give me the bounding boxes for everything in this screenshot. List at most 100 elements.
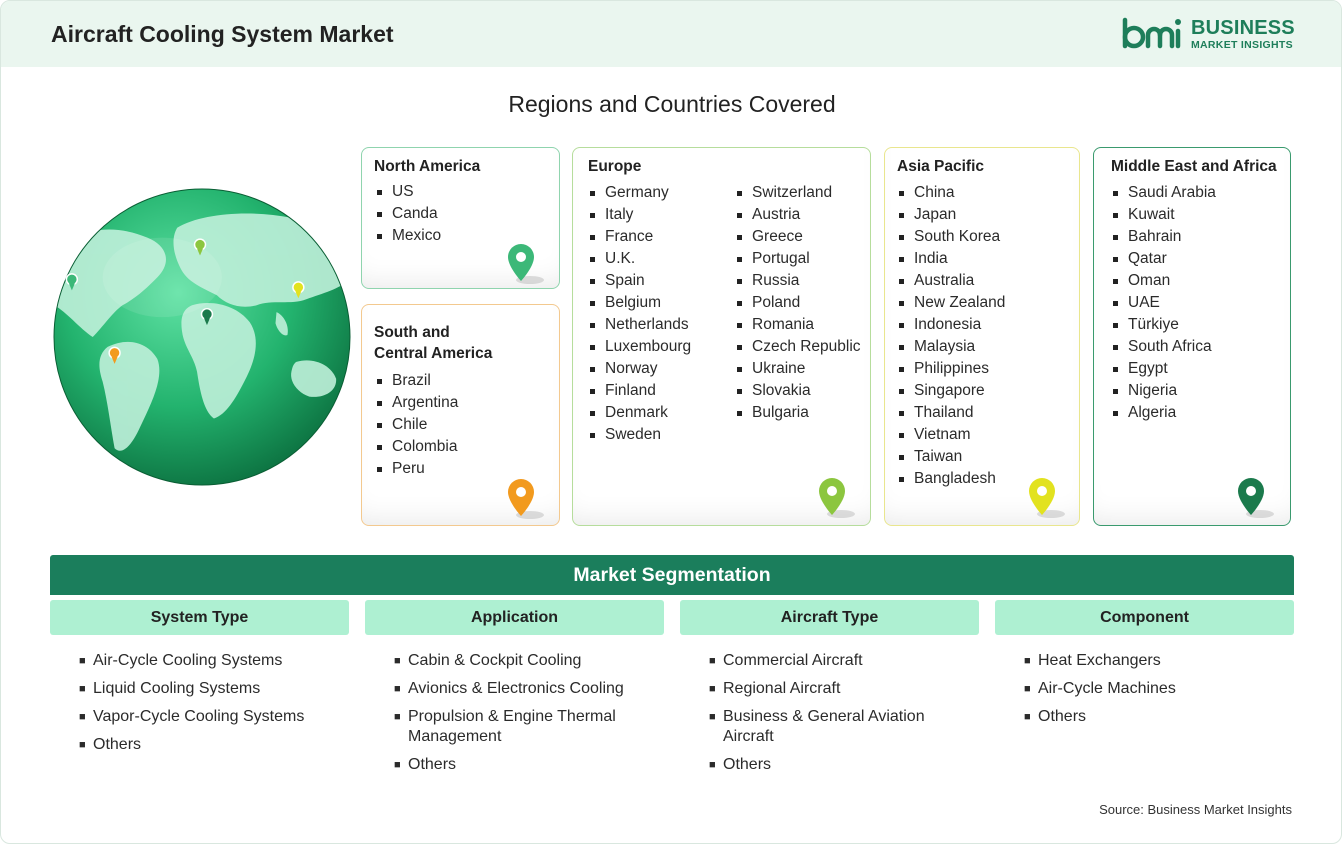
country-item: U.K. xyxy=(588,248,691,270)
region-name: North America xyxy=(374,158,481,175)
market-segmentation-title: Market Segmentation xyxy=(50,555,1294,595)
country-item: Mexico xyxy=(375,225,441,247)
region-name-line: South and xyxy=(374,324,450,341)
country-item: Thailand xyxy=(897,402,1005,424)
page-title: Aircraft Cooling System Market xyxy=(51,21,394,47)
country-item: Chile xyxy=(375,414,458,436)
country-item: Italy xyxy=(588,204,691,226)
country-item: Germany xyxy=(588,182,691,204)
country-item: Egypt xyxy=(1111,358,1216,380)
segment-item: Heat Exchangers xyxy=(1024,651,1294,671)
segment-item: Commercial Aircraft xyxy=(709,651,954,671)
map-pin-icon xyxy=(508,479,544,519)
country-item: Japan xyxy=(897,204,1005,226)
country-item: Finland xyxy=(588,380,691,402)
region-card-asia-pacific: Asia Pacific China Japan South Korea Ind… xyxy=(884,147,1080,526)
country-list: Saudi Arabia Kuwait Bahrain Qatar Oman U… xyxy=(1111,182,1216,424)
region-name-line: Central America xyxy=(374,345,493,362)
country-item: Slovakia xyxy=(735,380,861,402)
country-item: Czech Republic xyxy=(735,336,861,358)
segment-list-system-type: Air-Cycle Cooling Systems Liquid Cooling… xyxy=(79,651,349,763)
segment-item: Liquid Cooling Systems xyxy=(79,679,349,699)
region-card-north-america: North America US Canda Mexico xyxy=(361,147,560,289)
country-list: Brazil Argentina Chile Colombia Peru xyxy=(375,370,458,480)
country-item: Colombia xyxy=(375,436,458,458)
country-item: US xyxy=(375,181,441,203)
country-item: Taiwan xyxy=(897,446,1005,468)
country-item: Poland xyxy=(735,292,861,314)
segment-item: Business & General Aviation Aircraft xyxy=(709,707,954,747)
country-list: US Canda Mexico xyxy=(375,181,441,247)
country-item: Türkiye xyxy=(1111,314,1216,336)
segment-item: Avionics & Electronics Cooling xyxy=(394,679,664,699)
segment-item: Air-Cycle Cooling Systems xyxy=(79,651,349,671)
country-item: Portugal xyxy=(735,248,861,270)
infographic-frame: Aircraft Cooling System Market BUSINESS … xyxy=(0,0,1342,844)
segment-list-aircraft-type: Commercial Aircraft Regional Aircraft Bu… xyxy=(709,651,954,783)
country-item: Sweden xyxy=(588,424,691,446)
country-item: Qatar xyxy=(1111,248,1216,270)
country-item: South Africa xyxy=(1111,336,1216,358)
country-item: Russia xyxy=(735,270,861,292)
map-pin-icon xyxy=(819,478,855,518)
country-item: Spain xyxy=(588,270,691,292)
bmi-logo-icon xyxy=(1122,17,1181,49)
country-item: Austria xyxy=(735,204,861,226)
region-card-europe: Europe Germany Italy France U.K. Spain B… xyxy=(572,147,871,526)
segment-item: Regional Aircraft xyxy=(709,679,954,699)
country-item: Netherlands xyxy=(588,314,691,336)
region-name: Middle East and Africa xyxy=(1111,158,1277,175)
segment-item: Others xyxy=(394,755,664,775)
country-item: Canda xyxy=(375,203,441,225)
country-item: Romania xyxy=(735,314,861,336)
country-item: Vietnam xyxy=(897,424,1005,446)
country-list: China Japan South Korea India Australia … xyxy=(897,182,1005,490)
country-item: Bahrain xyxy=(1111,226,1216,248)
logo-wordmark: BUSINESS xyxy=(1191,17,1295,39)
country-item: Argentina xyxy=(375,392,458,414)
segment-item: Others xyxy=(709,755,954,775)
country-item: Bangladesh xyxy=(897,468,1005,490)
country-item: Bulgaria xyxy=(735,402,861,424)
country-item: Ukraine xyxy=(735,358,861,380)
segment-heading-component: Component xyxy=(995,600,1294,635)
country-item: Greece xyxy=(735,226,861,248)
globe-illustration xyxy=(53,188,351,486)
country-item: Indonesia xyxy=(897,314,1005,336)
country-item: Singapore xyxy=(897,380,1005,402)
country-item: Denmark xyxy=(588,402,691,424)
segment-item: Propulsion & Engine Thermal Management xyxy=(394,707,664,747)
country-item: Brazil xyxy=(375,370,458,392)
country-item: Algeria xyxy=(1111,402,1216,424)
region-card-middle-east-africa: Middle East and Africa Saudi Arabia Kuwa… xyxy=(1093,147,1291,526)
region-name: South and Central America xyxy=(374,322,492,364)
segment-list-application: Cabin & Cockpit Cooling Avionics & Elect… xyxy=(394,651,664,783)
country-item: Oman xyxy=(1111,270,1216,292)
segment-item: Vapor-Cycle Cooling Systems xyxy=(79,707,349,727)
map-pin-icon xyxy=(1029,478,1065,518)
map-pin-icon xyxy=(1238,478,1274,518)
segment-item: Cabin & Cockpit Cooling xyxy=(394,651,664,671)
segment-heading-system-type: System Type xyxy=(50,600,349,635)
regions-title: Regions and Countries Covered xyxy=(508,91,836,117)
country-item: Malaysia xyxy=(897,336,1005,358)
logo-subtitle: MARKET INSIGHTS xyxy=(1191,39,1293,51)
country-item: India xyxy=(897,248,1005,270)
segment-heading-aircraft-type: Aircraft Type xyxy=(680,600,979,635)
country-item: France xyxy=(588,226,691,248)
country-item: Luxembourg xyxy=(588,336,691,358)
country-item: Philippines xyxy=(897,358,1005,380)
country-item: China xyxy=(897,182,1005,204)
country-item: South Korea xyxy=(897,226,1005,248)
country-item: Nigeria xyxy=(1111,380,1216,402)
country-item: Switzerland xyxy=(735,182,861,204)
country-list-col1: Germany Italy France U.K. Spain Belgium … xyxy=(588,182,691,446)
country-item: UAE xyxy=(1111,292,1216,314)
region-card-south-central-america: South and Central America Brazil Argenti… xyxy=(361,304,560,526)
country-item: Norway xyxy=(588,358,691,380)
country-item: Peru xyxy=(375,458,458,480)
country-item: Belgium xyxy=(588,292,691,314)
country-item: Kuwait xyxy=(1111,204,1216,226)
segment-item: Air-Cycle Machines xyxy=(1024,679,1294,699)
country-item: Australia xyxy=(897,270,1005,292)
